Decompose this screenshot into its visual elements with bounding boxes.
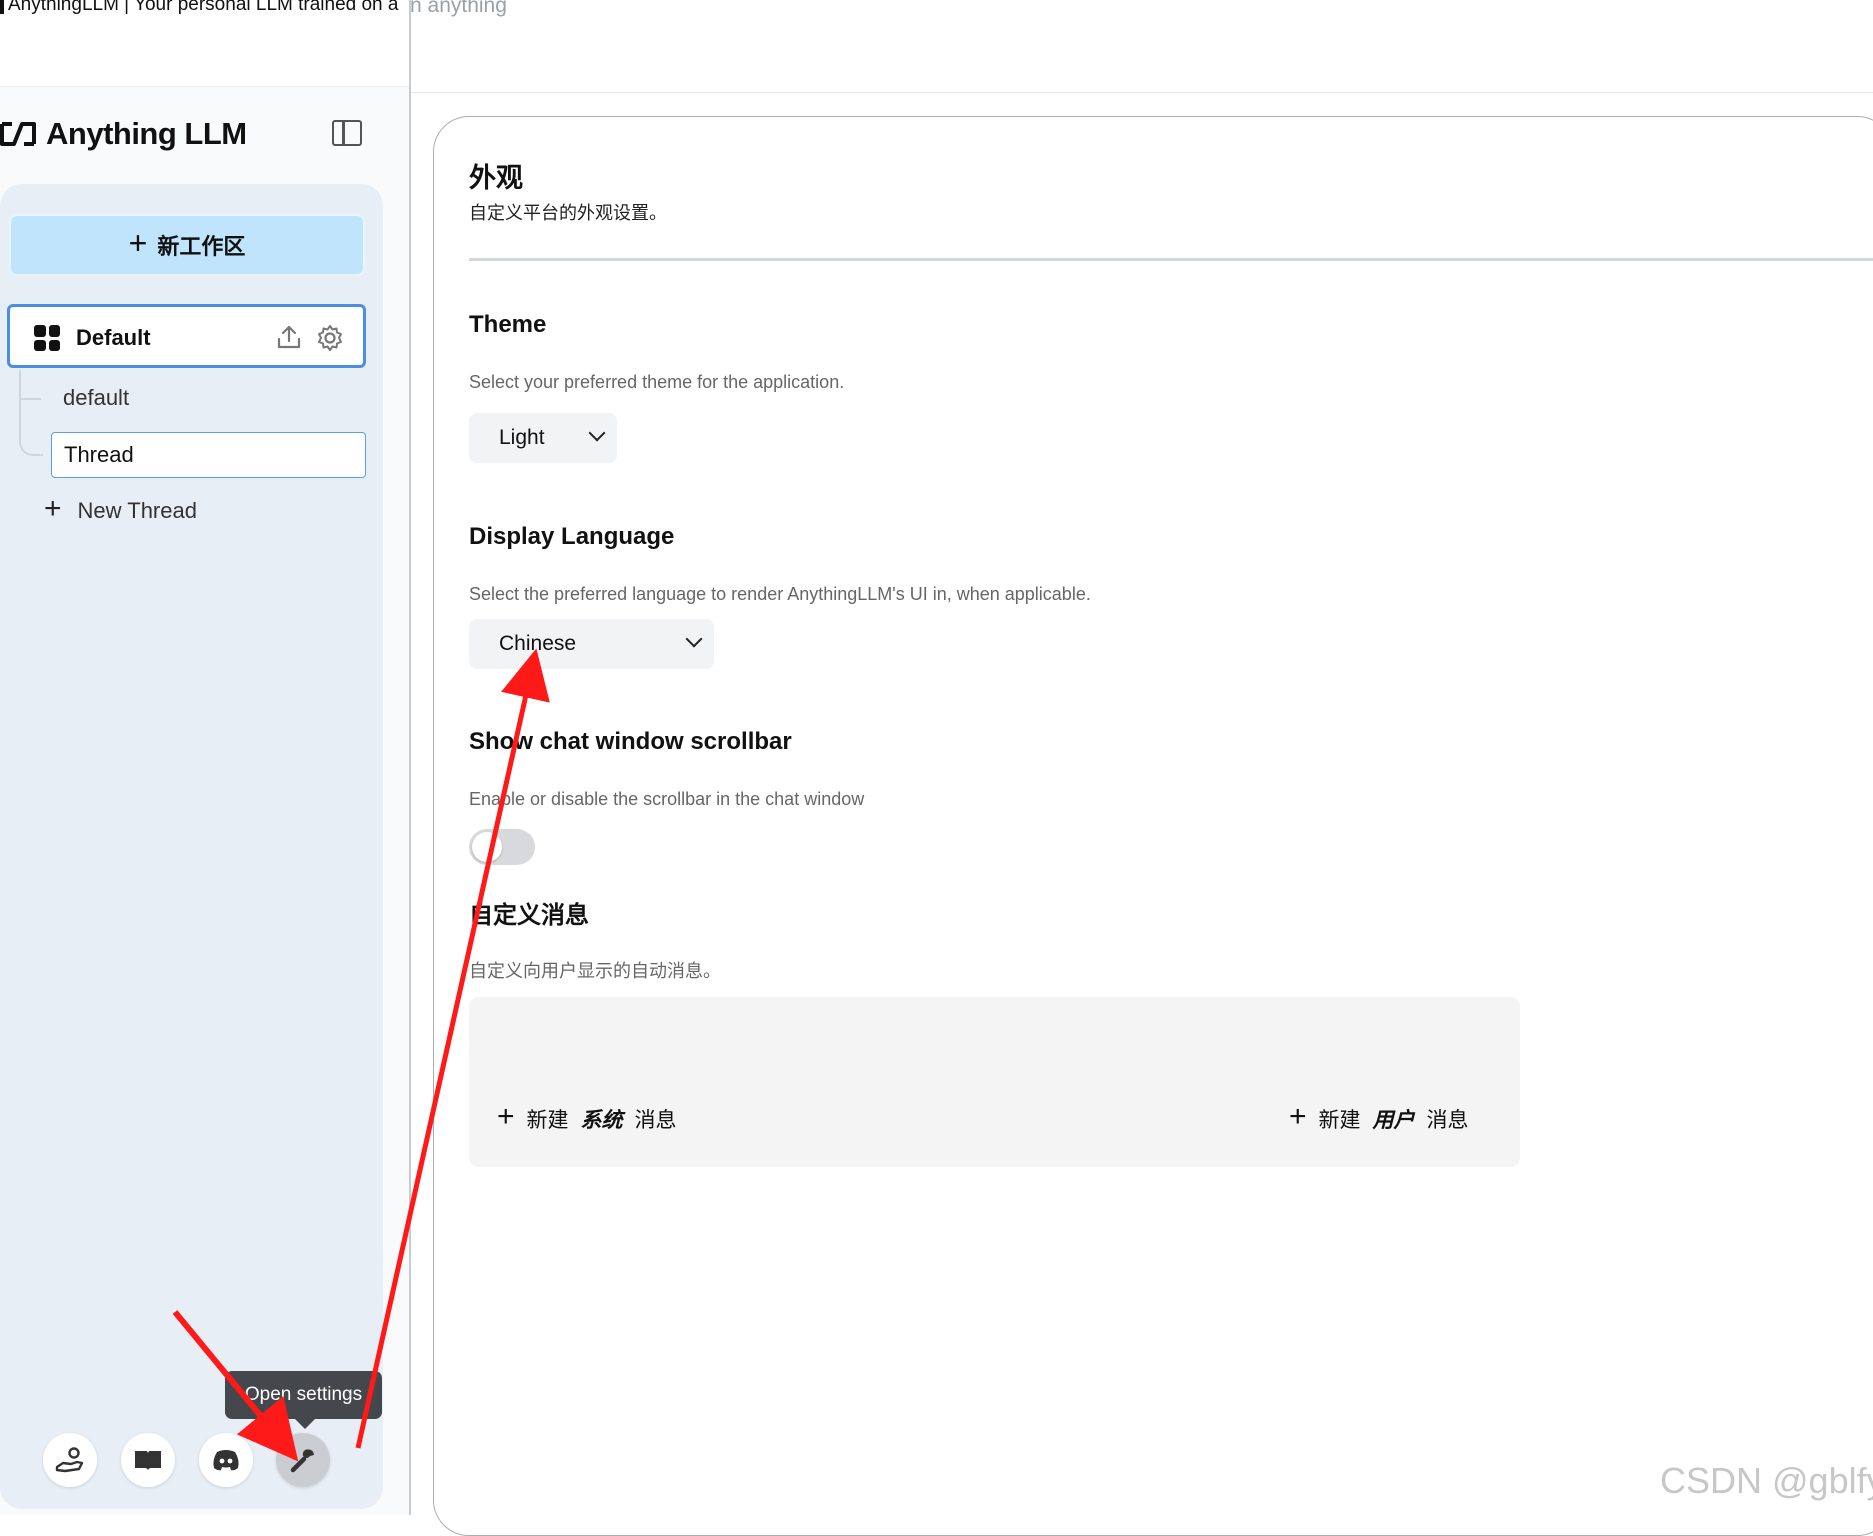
new-workspace-label: 新工作区 bbox=[157, 234, 246, 259]
window-title-mark bbox=[0, 0, 4, 14]
new-system-message-button[interactable]: + 新建 系统 消息 bbox=[497, 1100, 677, 1134]
custom-messages-title: 自定义消息 bbox=[469, 902, 589, 929]
community-hub-icon bbox=[55, 1447, 84, 1473]
watermark: CSDN @gblfy bbox=[1660, 1460, 1873, 1501]
discord-icon bbox=[213, 1450, 239, 1471]
upload-icon[interactable] bbox=[275, 323, 303, 351]
workspace-grid-icon bbox=[34, 325, 60, 351]
settings-wrench-icon bbox=[290, 1449, 314, 1473]
window-title-overlay: AnythingLLM | Your personal LLM trained … bbox=[0, 0, 410, 24]
thread-tree-tick bbox=[21, 398, 41, 400]
new-system-suffix: 消息 bbox=[634, 1109, 677, 1132]
theme-select[interactable]: Light bbox=[469, 413, 617, 463]
gear-icon[interactable] bbox=[315, 323, 345, 353]
new-user-prefix: 新建 bbox=[1318, 1109, 1361, 1132]
settings-card bbox=[433, 116, 1873, 1536]
thread-item-default[interactable]: default bbox=[63, 385, 129, 411]
scrollbar-description: Enable or disable the scrollbar in the c… bbox=[469, 789, 865, 809]
scrollbar-toggle[interactable] bbox=[469, 829, 535, 865]
theme-select-value: Light bbox=[499, 426, 545, 449]
new-user-message-button[interactable]: + 新建 用户 消息 bbox=[1289, 1100, 1469, 1134]
custom-messages-description: 自定义向用户显示的自动消息。 bbox=[469, 961, 721, 981]
new-system-emph: 系统 bbox=[580, 1109, 623, 1132]
thread-tree-line bbox=[19, 370, 43, 456]
new-user-suffix: 消息 bbox=[1426, 1109, 1469, 1132]
community-hub-button[interactable] bbox=[43, 1433, 97, 1487]
language-title: Display Language bbox=[469, 523, 675, 550]
thread-item-thread[interactable]: Thread bbox=[51, 432, 366, 478]
plus-icon: + bbox=[128, 225, 148, 261]
plus-icon: + bbox=[44, 492, 62, 525]
language-select[interactable]: Chinese bbox=[469, 619, 714, 669]
plus-icon: + bbox=[1289, 1100, 1307, 1133]
new-thread-button[interactable]: + New Thread bbox=[44, 494, 197, 524]
new-thread-label: New Thread bbox=[77, 498, 197, 523]
window-title-text: AnythingLLM | Your personal LLM trained … bbox=[8, 0, 399, 15]
scrollbar-title: Show chat window scrollbar bbox=[469, 728, 792, 755]
open-settings-tooltip: Open settings bbox=[225, 1371, 382, 1429]
docs-book-icon bbox=[135, 1451, 161, 1470]
top-divider bbox=[410, 92, 1873, 93]
brand: Anything LLM bbox=[0, 114, 247, 154]
plus-icon: + bbox=[497, 1100, 515, 1133]
page-subtitle: 自定义平台的外观设置。 bbox=[469, 203, 667, 223]
new-user-emph: 用户 bbox=[1372, 1109, 1415, 1132]
language-select-value: Chinese bbox=[499, 632, 577, 655]
section-divider bbox=[469, 258, 1873, 261]
chevron-down-icon bbox=[588, 424, 606, 442]
new-workspace-button[interactable]: + 新工作区 bbox=[9, 214, 365, 276]
docs-button[interactable] bbox=[121, 1433, 175, 1487]
brand-name: Anything LLM bbox=[46, 116, 247, 151]
theme-description: Select your preferred theme for the appl… bbox=[469, 372, 845, 392]
chevron-down-icon bbox=[685, 630, 703, 648]
sidebar-toggle-icon[interactable] bbox=[332, 120, 362, 146]
page-title: 外观 bbox=[469, 163, 523, 193]
language-description: Select the preferred language to render … bbox=[469, 584, 1091, 604]
sidebar: AnythingLLM | Your personal LLM trained … bbox=[0, 0, 411, 1515]
discord-button[interactable] bbox=[199, 1433, 253, 1487]
custom-messages-box bbox=[469, 997, 1520, 1167]
background-page-text: n anything bbox=[410, 0, 507, 17]
open-settings-button[interactable] bbox=[276, 1433, 330, 1487]
workspace-panel bbox=[0, 184, 383, 1509]
new-system-prefix: 新建 bbox=[526, 1109, 569, 1132]
theme-title: Theme bbox=[469, 311, 547, 338]
workspace-item-default[interactable]: Default bbox=[7, 304, 366, 368]
toggle-knob bbox=[472, 832, 502, 862]
anythingllm-logo-icon bbox=[0, 122, 36, 146]
workspace-name: Default bbox=[76, 325, 151, 350]
